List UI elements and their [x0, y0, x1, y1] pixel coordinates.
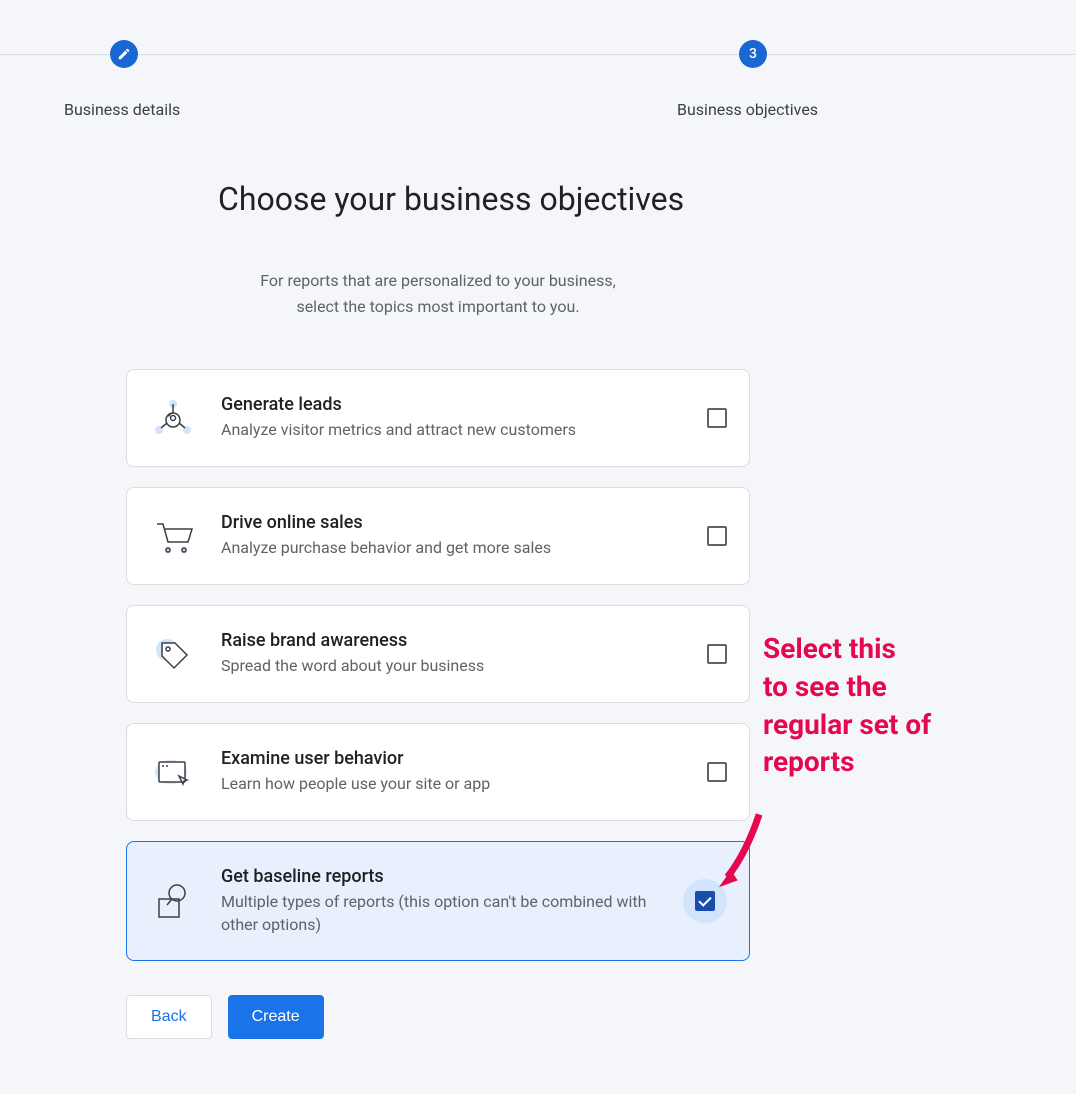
stepper-step-business-details[interactable]: Business details — [64, 40, 180, 119]
tag-icon — [149, 630, 197, 678]
checkbox[interactable] — [707, 408, 727, 428]
stepper-step-business-objectives[interactable]: 3 Business objectives — [677, 40, 818, 119]
pencil-icon — [110, 40, 138, 68]
annotation-callout: Select this to see the regular set of re… — [763, 630, 931, 781]
page-heading: Choose your business objectives — [218, 180, 750, 218]
create-button[interactable]: Create — [228, 995, 324, 1039]
checkbox-halo — [683, 879, 727, 923]
report-search-icon — [149, 877, 197, 925]
card-desc: Learn how people use your site or app — [221, 773, 683, 795]
card-desc: Spread the word about your business — [221, 655, 683, 677]
page-subtext: For reports that are personalized to you… — [126, 268, 750, 319]
card-desc: Multiple types of reports (this option c… — [221, 891, 659, 936]
checkbox[interactable] — [695, 891, 715, 911]
card-title: Raise brand awareness — [221, 630, 683, 651]
step-number-badge: 3 — [739, 40, 767, 68]
objective-card-user-behavior[interactable]: Examine user behavior Learn how people u… — [126, 723, 750, 821]
card-desc: Analyze visitor metrics and attract new … — [221, 419, 683, 441]
checkbox[interactable] — [707, 644, 727, 664]
back-button[interactable]: Back — [126, 995, 212, 1039]
objective-card-brand-awareness[interactable]: Raise brand awareness Spread the word ab… — [126, 605, 750, 703]
card-title: Get baseline reports — [221, 866, 659, 887]
card-title: Generate leads — [221, 394, 683, 415]
card-desc: Analyze purchase behavior and get more s… — [221, 537, 683, 559]
objective-card-baseline-reports[interactable]: Get baseline reports Multiple types of r… — [126, 841, 750, 961]
step-label: Business details — [64, 100, 180, 119]
objective-card-online-sales[interactable]: Drive online sales Analyze purchase beha… — [126, 487, 750, 585]
checkbox[interactable] — [707, 762, 727, 782]
objective-card-generate-leads[interactable]: Generate leads Analyze visitor metrics a… — [126, 369, 750, 467]
checkbox[interactable] — [707, 526, 727, 546]
browser-cursor-icon — [149, 748, 197, 796]
leads-icon — [149, 394, 197, 442]
step-label: Business objectives — [677, 100, 818, 119]
card-title: Drive online sales — [221, 512, 683, 533]
card-title: Examine user behavior — [221, 748, 683, 769]
cart-icon — [149, 512, 197, 560]
